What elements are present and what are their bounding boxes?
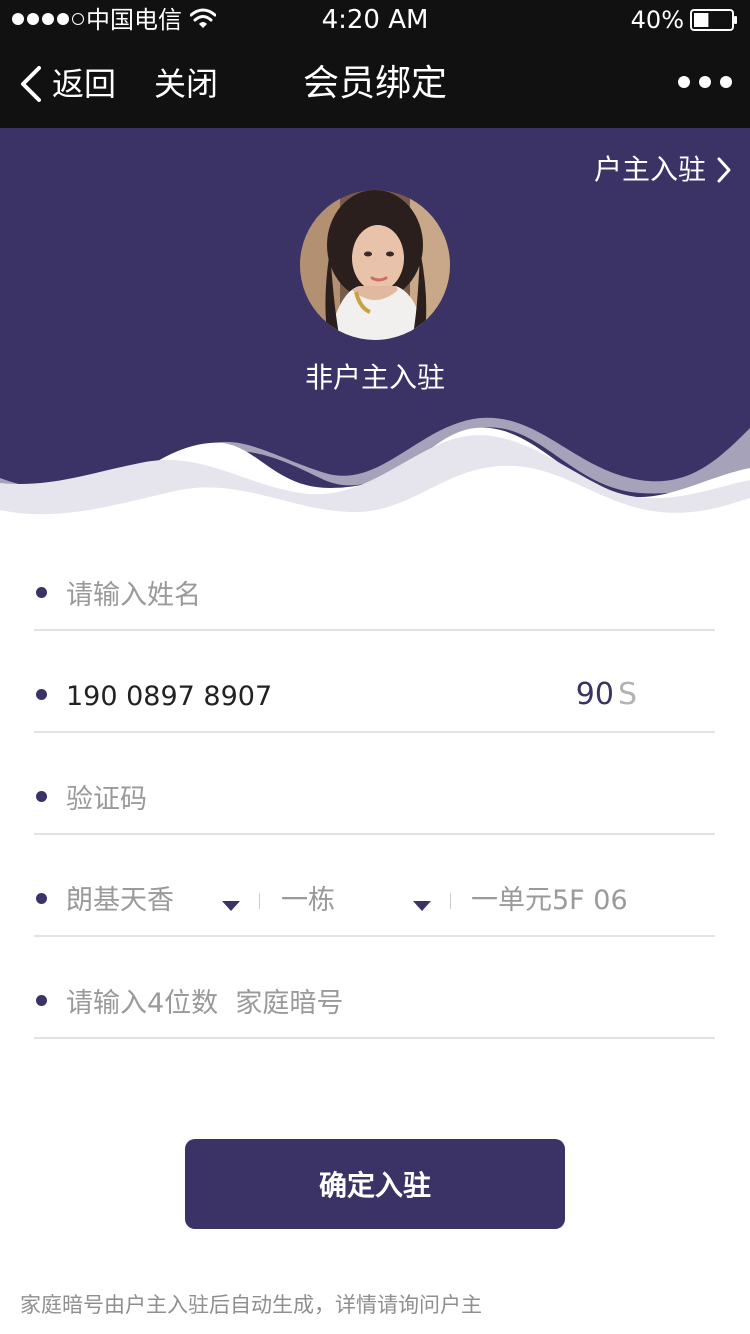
family-secret-input[interactable] — [66, 981, 666, 1025]
countdown-unit: S — [617, 677, 637, 712]
phone-row: 190 0897 8907 90 S — [34, 653, 715, 733]
non-owner-register-label: 非户主入驻 — [304, 361, 445, 394]
confirm-register-button[interactable]: 确定入驻 — [185, 1139, 565, 1229]
battery-percentage: 40% — [630, 6, 684, 34]
caret-down-icon[interactable] — [413, 901, 431, 911]
close-button[interactable]: 关闭 — [154, 62, 218, 106]
owner-register-label: 户主入驻 — [593, 153, 706, 186]
owner-register-link[interactable]: 户主入驻 — [594, 150, 732, 190]
community-select[interactable]: 朗基天香 — [66, 881, 174, 921]
caret-down-icon[interactable] — [222, 901, 240, 911]
battery-icon — [690, 9, 737, 31]
hero-banner: 户主入驻 非户主入驻 — [0, 128, 750, 528]
countdown-value: 90 — [575, 677, 614, 712]
bullet-icon — [36, 587, 47, 598]
name-input[interactable] — [66, 573, 666, 617]
bullet-icon — [36, 791, 47, 802]
back-label: 返回 — [52, 65, 117, 103]
code-row — [34, 755, 715, 835]
navigation-bar: 返回 关闭 会员绑定 — [0, 40, 750, 128]
verification-code-input[interactable] — [66, 777, 666, 821]
secret-row — [34, 959, 715, 1039]
avatar[interactable] — [300, 190, 450, 340]
footer-note: 家庭暗号由户主入驻后自动生成，详情请询问户主 — [20, 1293, 482, 1317]
phone-input[interactable]: 190 0897 8907 — [66, 677, 272, 717]
divider — [450, 893, 451, 909]
avatar-photo — [300, 190, 450, 340]
bullet-icon — [36, 995, 47, 1006]
address-row: 朗基天香 一栋 一单元5F 06 — [34, 857, 715, 937]
resend-countdown-button[interactable]: 90 S — [576, 675, 637, 715]
more-icon[interactable] — [678, 76, 732, 88]
bullet-icon — [36, 893, 47, 904]
unit-room-input[interactable]: 一单元5F 06 — [471, 881, 628, 921]
bullet-icon — [36, 689, 47, 700]
back-button[interactable]: 返回 — [18, 62, 116, 106]
building-select[interactable]: 一栋 — [281, 881, 335, 921]
divider — [259, 893, 260, 909]
chevron-right-icon — [717, 157, 731, 183]
chevron-left-icon — [21, 66, 41, 102]
status-bar: 中国电信 4:20 AM 40% — [0, 0, 750, 40]
name-row — [34, 551, 715, 631]
